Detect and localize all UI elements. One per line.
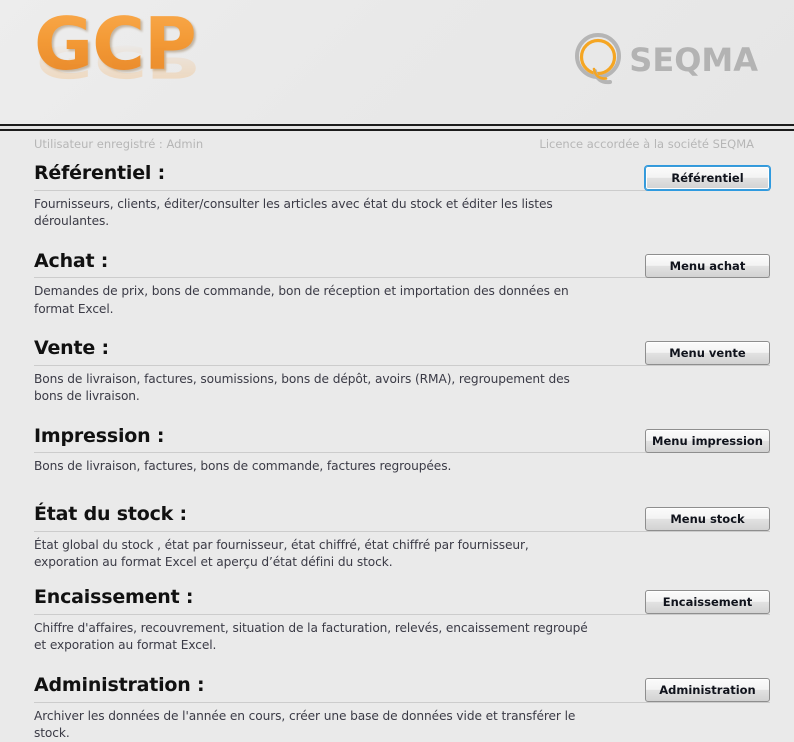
- section-achat: Achat : Demandes de prix, bons de comman…: [0, 249, 794, 319]
- menu-vente-button[interactable]: Menu vente: [645, 341, 770, 365]
- seqma-wordmark: SEQMA: [629, 41, 758, 79]
- section-vente: Vente : Bons de livraison, factures, sou…: [0, 337, 794, 406]
- button-wrapper: Encaissement: [645, 590, 770, 615]
- section-encaissement: Encaissement : Chiffre d'affaires, recou…: [0, 586, 794, 655]
- section-description: Fournisseurs, clients, éditer/consulter …: [34, 196, 553, 229]
- seqma-q-icon: [575, 33, 622, 85]
- button-wrapper: Référentiel: [645, 166, 770, 190]
- licence-label: Licence accordée à la société SEQMA: [539, 137, 754, 151]
- encaissement-button[interactable]: Encaissement: [645, 590, 770, 615]
- section-etat-du-stock: État du stock : État global du stock , é…: [0, 502, 794, 572]
- section-title: Impression :: [34, 424, 165, 447]
- button-wrapper: Menu vente: [645, 341, 770, 365]
- button-wrapper: Administration: [645, 677, 770, 702]
- menu-impression-button[interactable]: Menu impression: [645, 428, 770, 453]
- section-title: État du stock :: [34, 502, 187, 525]
- gcp-logo-reflection: GCP: [36, 35, 198, 88]
- section-title: Vente :: [34, 337, 109, 359]
- seqma-logo: SEQMA: [571, 30, 758, 90]
- section-title: Encaissement :: [34, 586, 194, 609]
- referentiel-button[interactable]: Référentiel: [645, 166, 770, 190]
- section-title: Achat :: [34, 249, 109, 272]
- section-referentiel: Référentiel : Fournisseurs, clients, édi…: [0, 162, 794, 231]
- section-description: Chiffre d'affaires, recouvrement, situat…: [34, 621, 588, 653]
- menu-sections: Référentiel : Fournisseurs, clients, édi…: [0, 157, 794, 742]
- app-header: GCP GCP SEQMA: [0, 0, 794, 124]
- button-wrapper: Menu impression: [645, 428, 770, 453]
- menu-achat-button[interactable]: Menu achat: [645, 253, 770, 278]
- section-impression: Impression : Bons de livraison, factures…: [0, 424, 794, 476]
- section-description: Archiver les données de l'année en cours…: [34, 708, 576, 740]
- section-description: Bons de livraison, factures, bons de com…: [34, 459, 452, 474]
- gcp-logo: GCP GCP: [34, 8, 224, 124]
- button-wrapper: Menu achat: [645, 253, 770, 278]
- status-bar: Utilisateur enregistré : Admin Licence a…: [0, 131, 794, 157]
- button-wrapper: Menu stock: [645, 506, 770, 531]
- section-administration: Administration : Archiver les données de…: [0, 673, 794, 742]
- section-title: Référentiel :: [34, 162, 166, 184]
- administration-button[interactable]: Administration: [645, 677, 770, 702]
- menu-stock-button[interactable]: Menu stock: [645, 506, 770, 531]
- section-description: Demandes de prix, bons de commande, bon …: [34, 284, 569, 316]
- section-description: État global du stock , état par fourniss…: [34, 537, 529, 569]
- section-title: Administration :: [34, 673, 205, 696]
- registered-user-label: Utilisateur enregistré : Admin: [34, 137, 204, 151]
- section-description: Bons de livraison, factures, soumissions…: [34, 371, 570, 404]
